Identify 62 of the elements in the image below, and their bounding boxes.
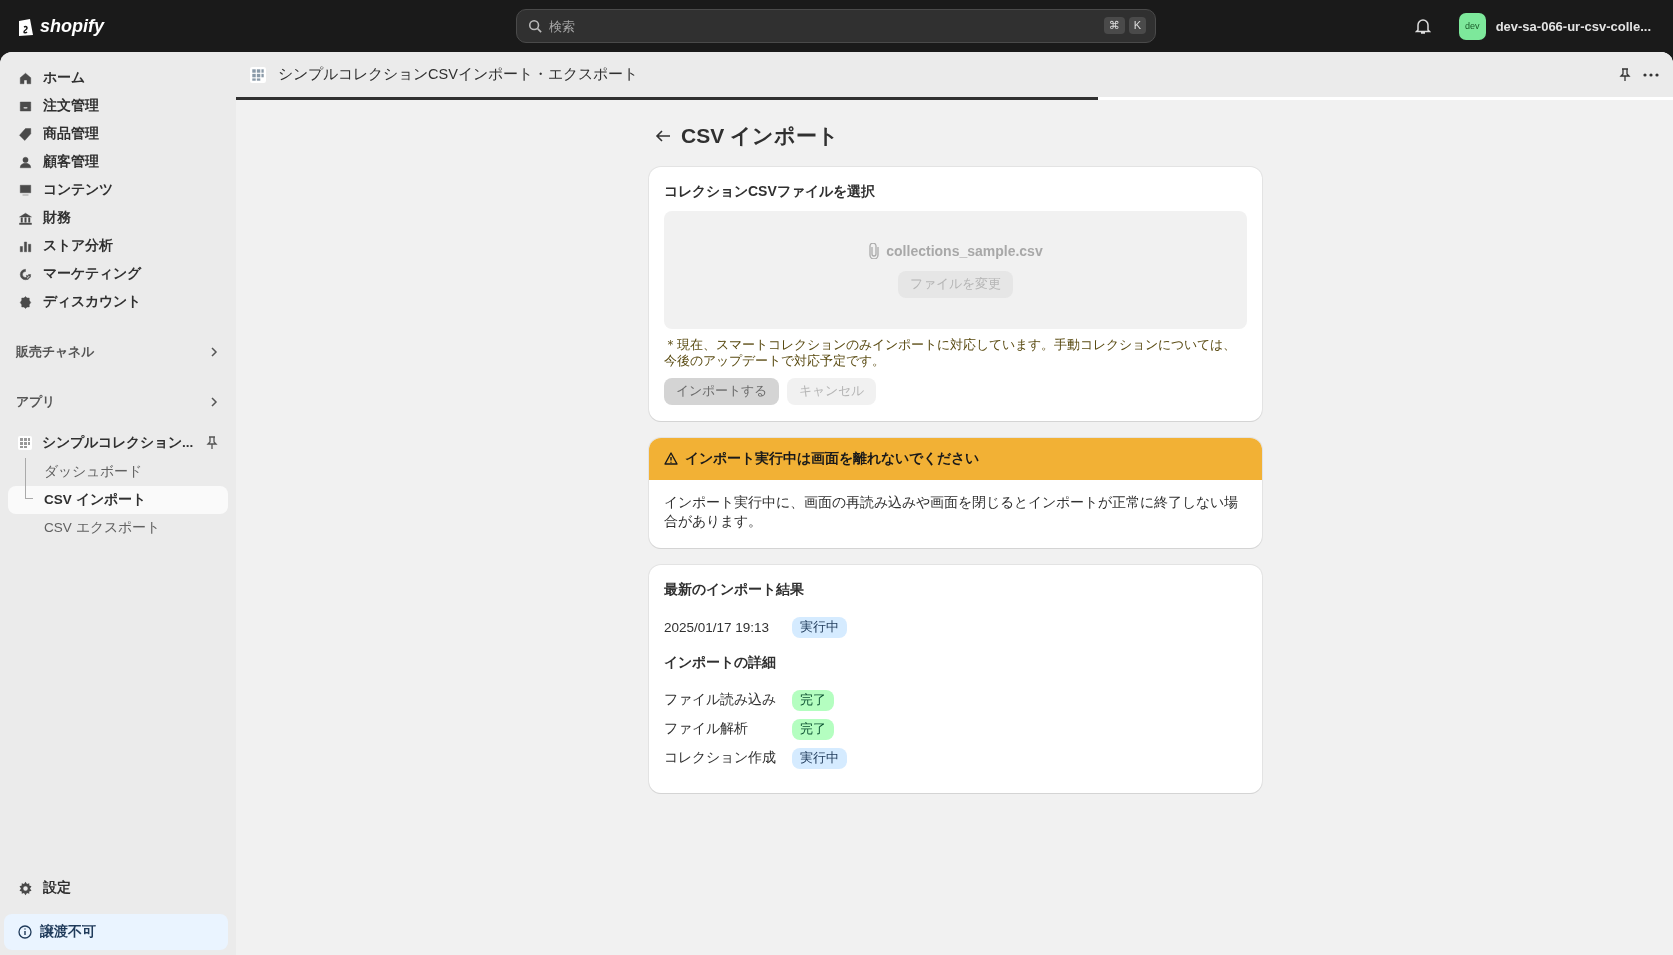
chevron-right-icon — [210, 346, 218, 358]
note-text: ＊現在、スマートコレクションのみインポートに対応しています。手動コレクションについては、今後のアップデートで対応予定です。 — [664, 337, 1237, 370]
nav-icon — [18, 70, 33, 86]
store-name[interactable]: dev-sa-066-ur-csv-colle... — [1495, 18, 1651, 34]
nav-item[interactable]: マーケティング — [8, 260, 228, 288]
brand-name[interactable]: shopify — [40, 15, 104, 37]
nav-icon — [18, 266, 33, 282]
step-label: ファイル読み込み — [664, 691, 777, 710]
section-header[interactable]: 販売チャネル — [8, 338, 228, 366]
settings-icon — [18, 880, 33, 896]
nav-icon — [18, 126, 33, 142]
notice-text: 譲渡不可 — [40, 923, 96, 941]
card-title: コレクションCSVファイルを選択 — [664, 183, 876, 201]
settings-nav-item[interactable]: 設定 — [8, 874, 228, 902]
section-title: インポートの詳細 — [664, 653, 777, 672]
app-nav-item[interactable]: シンプルコレクション... — [8, 428, 228, 458]
nav-item[interactable]: コンテンツ — [8, 176, 228, 204]
file-name: collections_sample.csv — [886, 242, 1043, 259]
back-arrow-icon[interactable] — [655, 129, 671, 143]
status-badge: 完了 — [792, 689, 834, 711]
import-date: 2025/01/17 19:13 — [664, 619, 771, 635]
nav-item[interactable]: ディスカウント — [8, 288, 228, 316]
app-title: シンプルコレクションCSVインポート・エクスポート — [278, 65, 638, 84]
sub-nav-item[interactable]: CSV インポート — [8, 486, 228, 514]
sub-nav-item[interactable]: CSV エクスポート — [8, 514, 228, 542]
status-badge: 完了 — [792, 718, 834, 740]
nav-icon — [18, 182, 33, 198]
nav-icon — [18, 154, 33, 170]
card-title: 最新のインポート結果 — [664, 580, 805, 599]
nav-icon — [18, 98, 33, 114]
more-icon[interactable] — [1643, 72, 1659, 77]
sub-nav-item[interactable]: ダッシュボード — [8, 458, 228, 486]
nav-item[interactable]: 財務 — [8, 204, 228, 232]
shortcut-key: ⌘ — [1103, 17, 1125, 34]
pin-icon[interactable] — [206, 436, 218, 450]
notice-banner[interactable]: 譲渡不可 — [4, 914, 228, 950]
app-grid-icon — [18, 436, 32, 450]
nav-item[interactable]: 商品管理 — [8, 120, 228, 148]
status-badge: 実行中 — [792, 747, 847, 769]
nav-item[interactable]: ホーム — [8, 64, 228, 92]
bell-icon[interactable] — [1414, 17, 1431, 35]
nav-icon — [18, 210, 33, 226]
pin-icon[interactable] — [1619, 67, 1631, 82]
nav-item[interactable]: ストア分析 — [8, 232, 228, 260]
warning-icon — [664, 452, 678, 465]
step-label: コレクション作成 — [664, 749, 777, 768]
nav-icon — [18, 238, 33, 254]
nav-item[interactable]: 顧客管理 — [8, 148, 228, 176]
step-label: ファイル解析 — [664, 720, 749, 739]
info-icon — [18, 925, 32, 939]
store-avatar[interactable]: dev — [1458, 12, 1486, 40]
nav-item[interactable]: 注文管理 — [8, 92, 228, 120]
nav-icon — [18, 294, 33, 310]
app-grid-icon — [250, 66, 266, 83]
status-badge: 実行中 — [792, 616, 847, 638]
warning-text: インポート実行中に、画面の再読み込みや画面を閉じるとインポートが正常に終了しない場合があります。 — [663, 493, 1239, 532]
page-title: CSV インポート — [681, 123, 839, 149]
warning-title: インポート実行中は画面を離れないでください — [685, 449, 979, 468]
search-icon — [528, 19, 542, 33]
section-header[interactable]: アプリ — [8, 388, 228, 416]
chevron-right-icon — [210, 396, 218, 408]
paperclip-icon — [868, 242, 881, 259]
